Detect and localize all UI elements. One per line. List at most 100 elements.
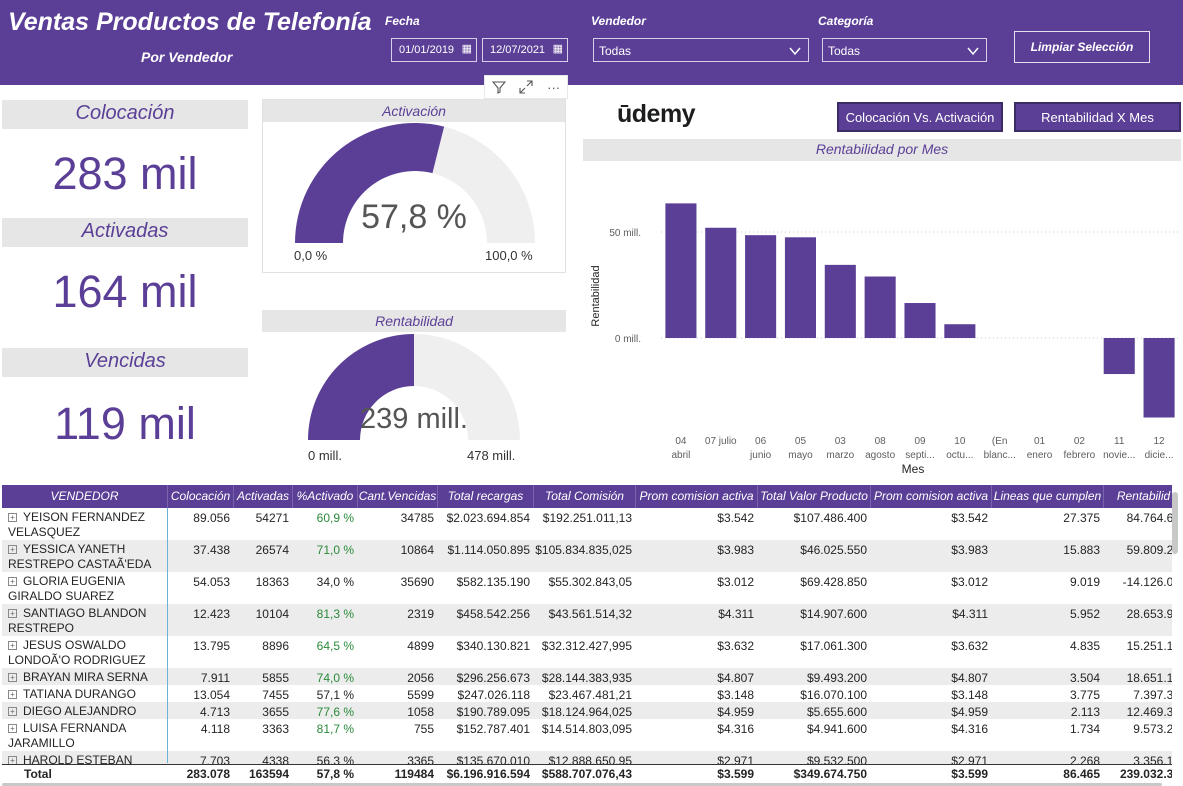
- table-cell: 64,5 %: [316, 639, 354, 653]
- table-cell: $4.807: [717, 671, 754, 685]
- column-header[interactable]: Lineas que cumplen: [992, 485, 1104, 508]
- vendedor-name-cell: + JESUS OSWALDO LONDOÃ'O RODRIGUEZ: [8, 638, 146, 667]
- column-header[interactable]: Cant.Vencidas: [358, 485, 438, 508]
- expand-icon[interactable]: +: [8, 724, 17, 733]
- column-header[interactable]: Total recargas: [438, 485, 534, 508]
- column-header[interactable]: Activadas: [234, 485, 293, 508]
- table-row[interactable]: + BRAYAN MIRA SERNA 7.911 5855 74,0 % 2056 $29…: [2, 668, 1172, 685]
- table-cell: 26574: [255, 543, 289, 557]
- x-tick-label: 01: [1034, 436, 1046, 447]
- table-cell: $458.542.256: [456, 607, 530, 621]
- expand-icon[interactable]: +: [8, 609, 17, 618]
- column-header[interactable]: Total Comisión: [534, 485, 636, 508]
- colocacion-vs-activacion-button[interactable]: Colocación Vs. Activación: [837, 102, 1003, 132]
- activacion-gauge-max: 100,0 %: [485, 248, 533, 263]
- column-header[interactable]: VENDEDOR: [2, 485, 168, 508]
- y-axis-title: Rentabilidad: [590, 265, 602, 326]
- table-row[interactable]: + TATIANA DURANGO 13.054 7455 57,1 % 5599 $247…: [2, 685, 1172, 702]
- x-tick-label: enero: [1027, 450, 1053, 461]
- table-row[interactable]: + YESSICA YANETH RESTREPO CASTAÃ'EDA 37.43…: [2, 540, 1172, 572]
- vendedor-name-cell: + TATIANA DURANGO: [8, 687, 158, 702]
- activacion-gauge-value: 57,8 %: [361, 198, 467, 236]
- table-cell: 4.713: [199, 705, 230, 719]
- column-header[interactable]: Colocación: [168, 485, 234, 508]
- x-tick-label: 03: [835, 436, 847, 447]
- total-cell: 163594: [248, 767, 289, 781]
- table-cell: 4899: [407, 639, 434, 653]
- expand-icon[interactable]: +: [8, 545, 17, 554]
- table-cell: 2.113: [1070, 705, 1100, 719]
- column-header[interactable]: %Activado: [293, 485, 358, 508]
- table-row[interactable]: + LUISA FERNANDA JARAMILLO 4.118 3363 81,7 %…: [2, 719, 1172, 751]
- table-cell: $4.941.600: [806, 722, 867, 736]
- table-cell: 77,6 %: [316, 705, 354, 719]
- table-cell: $247.026.118: [457, 688, 530, 702]
- vendedor-name-cell: + LUISA FERNANDA JARAMILLO: [8, 721, 126, 750]
- calendar-icon[interactable]: ▦: [462, 42, 472, 55]
- x-tick-label: mayo: [788, 450, 813, 461]
- expand-icon[interactable]: +: [8, 707, 17, 716]
- table-cell: $107.486.400: [793, 511, 867, 525]
- vendedor-dropdown[interactable]: Todas: [593, 38, 809, 62]
- table-cell: 1058: [407, 705, 434, 719]
- activacion-gauge-title: Activación: [263, 100, 565, 122]
- table-cell: 15.883: [1063, 543, 1100, 557]
- calendar-icon[interactable]: ▦: [553, 42, 563, 55]
- x-tick-label: 11: [1114, 436, 1125, 447]
- more-options-icon[interactable]: ···: [547, 80, 560, 95]
- total-cell: 86.465: [1063, 767, 1100, 781]
- table-row[interactable]: + SANTIAGO BLANDON RESTREPO 12.423 10104 81,…: [2, 604, 1172, 636]
- chevron-down-icon: [789, 47, 801, 56]
- x-tick-label: 08: [875, 436, 887, 447]
- table-cell: 755: [413, 722, 434, 736]
- table-row[interactable]: + YEISON FERNANDEZ VELASQUEZ 89.056 54271 60…: [2, 508, 1172, 540]
- rentabilidad-gauge-max: 478 mill.: [467, 448, 516, 463]
- page-title: Ventas Productos de Telefonía: [8, 8, 372, 36]
- table-cell: $296.256.673: [456, 671, 530, 685]
- column-header[interactable]: Rentabilid: [1104, 485, 1172, 508]
- x-tick-label: 02: [1074, 436, 1086, 447]
- table-cell: $4.959: [951, 705, 988, 719]
- table-cell: $17.061.300: [800, 639, 867, 653]
- bar: [665, 203, 697, 338]
- table-cell: $69.428.850: [800, 575, 867, 589]
- column-header[interactable]: Prom comision activa: [636, 485, 758, 508]
- column-header[interactable]: Total Valor Producto: [758, 485, 871, 508]
- vendedor-value: Todas: [599, 44, 632, 58]
- expand-icon[interactable]: +: [8, 513, 17, 522]
- table-cell: $3.012: [951, 575, 988, 589]
- table-row[interactable]: + JESUS OSWALDO LONDOÃ'O RODRIGUEZ 13.795 8…: [2, 636, 1172, 668]
- filter-icon[interactable]: [491, 80, 506, 94]
- table-total-row: Total 283.078 163594 57,8 % 119484 $6.196.916…: [2, 764, 1172, 783]
- table-cell: 54271: [255, 511, 289, 525]
- table-row[interactable]: + GLORIA EUGENIA GIRALDO SUAREZ 54.053 1836…: [2, 572, 1172, 604]
- udemy-logo-text: ūdemy: [617, 100, 696, 128]
- expand-icon[interactable]: +: [8, 673, 17, 682]
- activacion-gauge-card[interactable]: Activación 57,8 % 0,0 % 100,0 %: [262, 99, 566, 273]
- table-cell: 5599: [407, 688, 434, 702]
- clear-selection-button[interactable]: Limpiar Selección: [1014, 31, 1150, 63]
- table-cell: $3.012: [717, 575, 754, 589]
- table-cell: 2056: [407, 671, 434, 685]
- total-cell: 283.078: [186, 767, 230, 781]
- table-cell: 81,3 %: [316, 607, 354, 621]
- focus-mode-icon[interactable]: [519, 80, 534, 94]
- page-subtitle: Por Vendedor: [141, 49, 233, 65]
- expand-icon[interactable]: +: [8, 577, 17, 586]
- activadas-value: 164 mil: [52, 266, 198, 317]
- table-vertical-scrollbar[interactable]: [1172, 492, 1178, 554]
- bar: [745, 235, 777, 338]
- expand-icon[interactable]: +: [8, 641, 17, 650]
- date-from-input[interactable]: 01/01/2019 ▦: [391, 38, 477, 62]
- date-to-input[interactable]: 12/07/2021 ▦: [482, 38, 568, 62]
- rentabilidad-x-mes-button[interactable]: Rentabilidad X Mes: [1014, 102, 1181, 132]
- rentabilidad-gauge-min: 0 mill.: [308, 448, 342, 463]
- table-cell: 4.835: [1069, 639, 1100, 653]
- expand-icon[interactable]: +: [8, 690, 17, 699]
- table-cell: $1.114.050.895: [447, 543, 530, 557]
- vencidas-value: 119 mil: [54, 398, 196, 449]
- table-row[interactable]: + DIEGO ALEJANDRO 4.713 3655 77,6 % 1058 $190.…: [2, 702, 1172, 719]
- column-header[interactable]: Prom comision activa: [871, 485, 992, 508]
- categoria-dropdown[interactable]: Todas: [822, 38, 987, 62]
- table-cell: $2.023.694.854: [446, 511, 530, 525]
